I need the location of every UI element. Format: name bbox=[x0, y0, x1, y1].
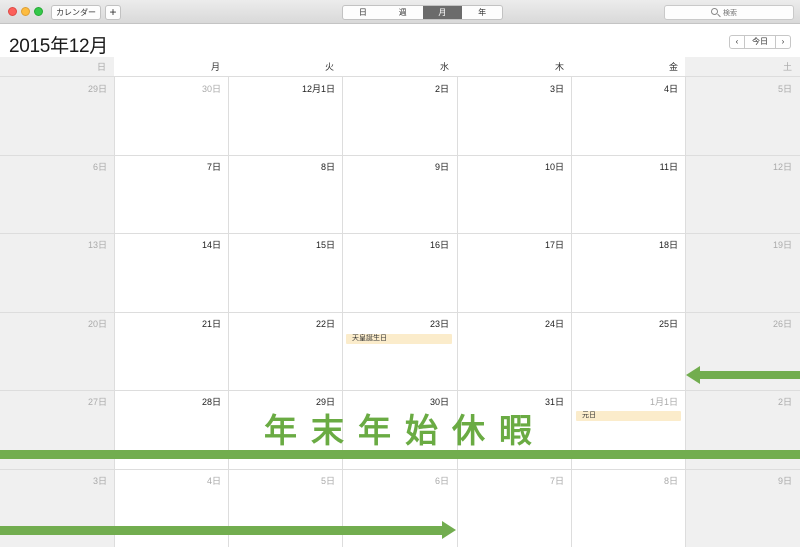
weekday-monday: 月 bbox=[210, 62, 220, 72]
weekday-wednesday: 水 bbox=[439, 62, 449, 72]
day-cell-label[interactable]: 25日 bbox=[578, 317, 678, 330]
day-cell-label[interactable]: 2日 bbox=[349, 82, 449, 95]
grid-line bbox=[0, 233, 800, 234]
view-switcher: 日 週 月 年 bbox=[342, 5, 503, 20]
search-icon bbox=[711, 8, 718, 15]
day-cell-label[interactable]: 12月1日 bbox=[235, 82, 335, 95]
tab-week[interactable]: 週 bbox=[383, 6, 423, 19]
day-cell-label[interactable]: 8日 bbox=[578, 474, 678, 487]
grid-line bbox=[114, 77, 115, 547]
day-cell-label[interactable]: 22日 bbox=[235, 317, 335, 330]
calendars-button[interactable]: カレンダー bbox=[51, 5, 101, 20]
day-cell-label[interactable]: 8日 bbox=[235, 160, 335, 173]
day-cell-label[interactable]: 10日 bbox=[464, 160, 564, 173]
day-cell-label[interactable]: 16日 bbox=[349, 238, 449, 251]
grid-line bbox=[0, 76, 800, 77]
day-cell-label[interactable]: 2日 bbox=[692, 395, 792, 408]
day-cell-label[interactable]: 5日 bbox=[692, 82, 792, 95]
next-month-button[interactable]: › bbox=[776, 36, 790, 48]
day-cell-label[interactable]: 7日 bbox=[464, 474, 564, 487]
grid-line bbox=[0, 390, 800, 391]
day-cell-label[interactable]: 14日 bbox=[121, 238, 221, 251]
day-cell-label[interactable]: 26日 bbox=[692, 317, 792, 330]
grid-line bbox=[0, 469, 800, 470]
day-cell-label[interactable]: 13日 bbox=[7, 238, 107, 251]
add-event-button[interactable]: + bbox=[105, 5, 121, 20]
day-cell-label[interactable]: 9日 bbox=[692, 474, 792, 487]
holiday-span-band bbox=[0, 450, 800, 459]
day-cell-label[interactable]: 9日 bbox=[349, 160, 449, 173]
toolbar: カレンダー + 日 週 月 年 bbox=[0, 0, 800, 24]
search-field[interactable] bbox=[664, 5, 794, 20]
day-cell-label[interactable]: 21日 bbox=[121, 317, 221, 330]
day-cell-label[interactable]: 17日 bbox=[464, 238, 564, 251]
month-navigation: ‹ 今日 › bbox=[729, 35, 791, 49]
previous-month-button[interactable]: ‹ bbox=[730, 36, 744, 48]
day-cell-label[interactable]: 3日 bbox=[7, 474, 107, 487]
day-cell-label[interactable]: 6日 bbox=[349, 474, 449, 487]
day-cell-label[interactable]: 24日 bbox=[464, 317, 564, 330]
day-cell-label[interactable]: 18日 bbox=[578, 238, 678, 251]
weekday-sunday: 日 bbox=[96, 62, 106, 72]
day-cell-label[interactable]: 6日 bbox=[7, 160, 107, 173]
day-cell-label[interactable]: 28日 bbox=[121, 395, 221, 408]
holiday-start-arrow bbox=[700, 371, 800, 379]
tab-year[interactable]: 年 bbox=[462, 6, 502, 19]
arrow-right-icon bbox=[442, 521, 456, 539]
tab-day[interactable]: 日 bbox=[343, 6, 383, 19]
holiday-banner: 年末年始休暇 bbox=[264, 411, 546, 450]
day-cell-label[interactable]: 23日 bbox=[349, 317, 449, 330]
grid-line bbox=[457, 77, 458, 547]
tab-month[interactable]: 月 bbox=[422, 6, 463, 19]
day-cell-label[interactable]: 29日 bbox=[7, 82, 107, 95]
day-cell-label[interactable]: 5日 bbox=[235, 474, 335, 487]
grid-line bbox=[228, 77, 229, 547]
day-cell-label[interactable]: 7日 bbox=[121, 160, 221, 173]
grid-line bbox=[0, 155, 800, 156]
day-cell-label[interactable]: 3日 bbox=[464, 82, 564, 95]
weekday-tuesday: 火 bbox=[324, 62, 334, 72]
search-input[interactable] bbox=[723, 7, 783, 19]
weekday-friday: 金 bbox=[668, 62, 678, 72]
day-cell-label[interactable]: 19日 bbox=[692, 238, 792, 251]
day-cell-label[interactable]: 15日 bbox=[235, 238, 335, 251]
grid-line bbox=[342, 77, 343, 547]
close-window-button[interactable] bbox=[8, 7, 17, 16]
day-cell-label[interactable]: 1月1日 bbox=[578, 395, 678, 408]
day-cell-label[interactable]: 27日 bbox=[7, 395, 107, 408]
day-cell-label[interactable]: 20日 bbox=[7, 317, 107, 330]
today-button[interactable]: 今日 bbox=[744, 36, 776, 48]
minimize-window-button[interactable] bbox=[21, 7, 30, 16]
grid-line bbox=[571, 77, 572, 547]
day-cell-label[interactable]: 11日 bbox=[578, 160, 678, 173]
holiday-end-arrow bbox=[0, 526, 442, 535]
day-cell-label[interactable]: 4日 bbox=[121, 474, 221, 487]
day-cell-label[interactable]: 30日 bbox=[121, 82, 221, 95]
event-emperor-birthday[interactable]: 天皇誕生日 bbox=[346, 334, 452, 344]
day-cell-label[interactable]: 4日 bbox=[578, 82, 678, 95]
arrow-left-icon bbox=[686, 366, 700, 384]
page-title: 2015年12月 bbox=[9, 36, 109, 57]
weekday-saturday: 土 bbox=[782, 62, 792, 72]
zoom-window-button[interactable] bbox=[34, 7, 43, 16]
weekday-thursday: 木 bbox=[554, 62, 564, 72]
grid-line bbox=[685, 77, 686, 547]
day-cell-label[interactable]: 12日 bbox=[692, 160, 792, 173]
grid-line bbox=[0, 312, 800, 313]
event-new-year[interactable]: 元日 bbox=[576, 411, 681, 421]
